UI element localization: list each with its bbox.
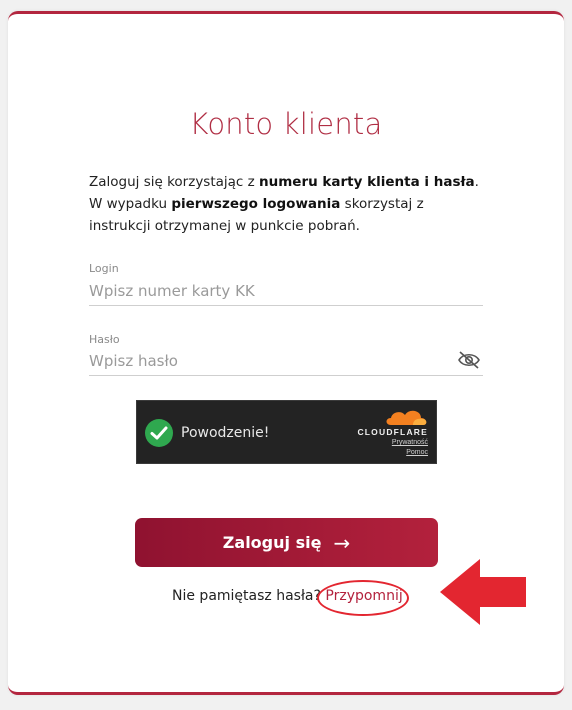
forgot-password-text: Nie pamiętasz hasła? (172, 588, 321, 604)
login-input[interactable] (89, 277, 483, 306)
password-label: Hasło (89, 333, 120, 346)
login-button-label: Zaloguj się (222, 533, 322, 552)
annotation-ellipse (317, 580, 409, 616)
intro-bold1: numeru karty klienta i hasła (259, 174, 475, 190)
arrow-right-icon: → (333, 530, 351, 555)
cloudflare-brand: CLOUDFLARE (357, 427, 428, 437)
login-label: Login (89, 262, 119, 275)
intro-bold2: pierwszego logowania (171, 196, 341, 212)
privacy-link[interactable]: Prywatność (392, 439, 428, 446)
intro-text: Zaloguj się korzystając z numeru karty k… (89, 171, 489, 237)
help-link[interactable]: Pomoc (406, 449, 428, 456)
cloudflare-cloud-icon (386, 410, 427, 425)
intro-part1: Zaloguj się korzystając z (89, 174, 260, 190)
eye-slash-icon[interactable] (457, 350, 481, 370)
success-check-icon (145, 419, 173, 447)
page-title: Konto klienta (189, 107, 383, 141)
captcha-status: Powodzenie! (181, 425, 270, 441)
cloudflare-captcha[interactable]: Powodzenie! CLOUDFLARE Prywatność Pomoc (136, 400, 437, 464)
password-input[interactable] (89, 347, 483, 376)
login-button[interactable]: Zaloguj się → (135, 518, 438, 567)
annotation-arrow-icon (440, 559, 526, 625)
